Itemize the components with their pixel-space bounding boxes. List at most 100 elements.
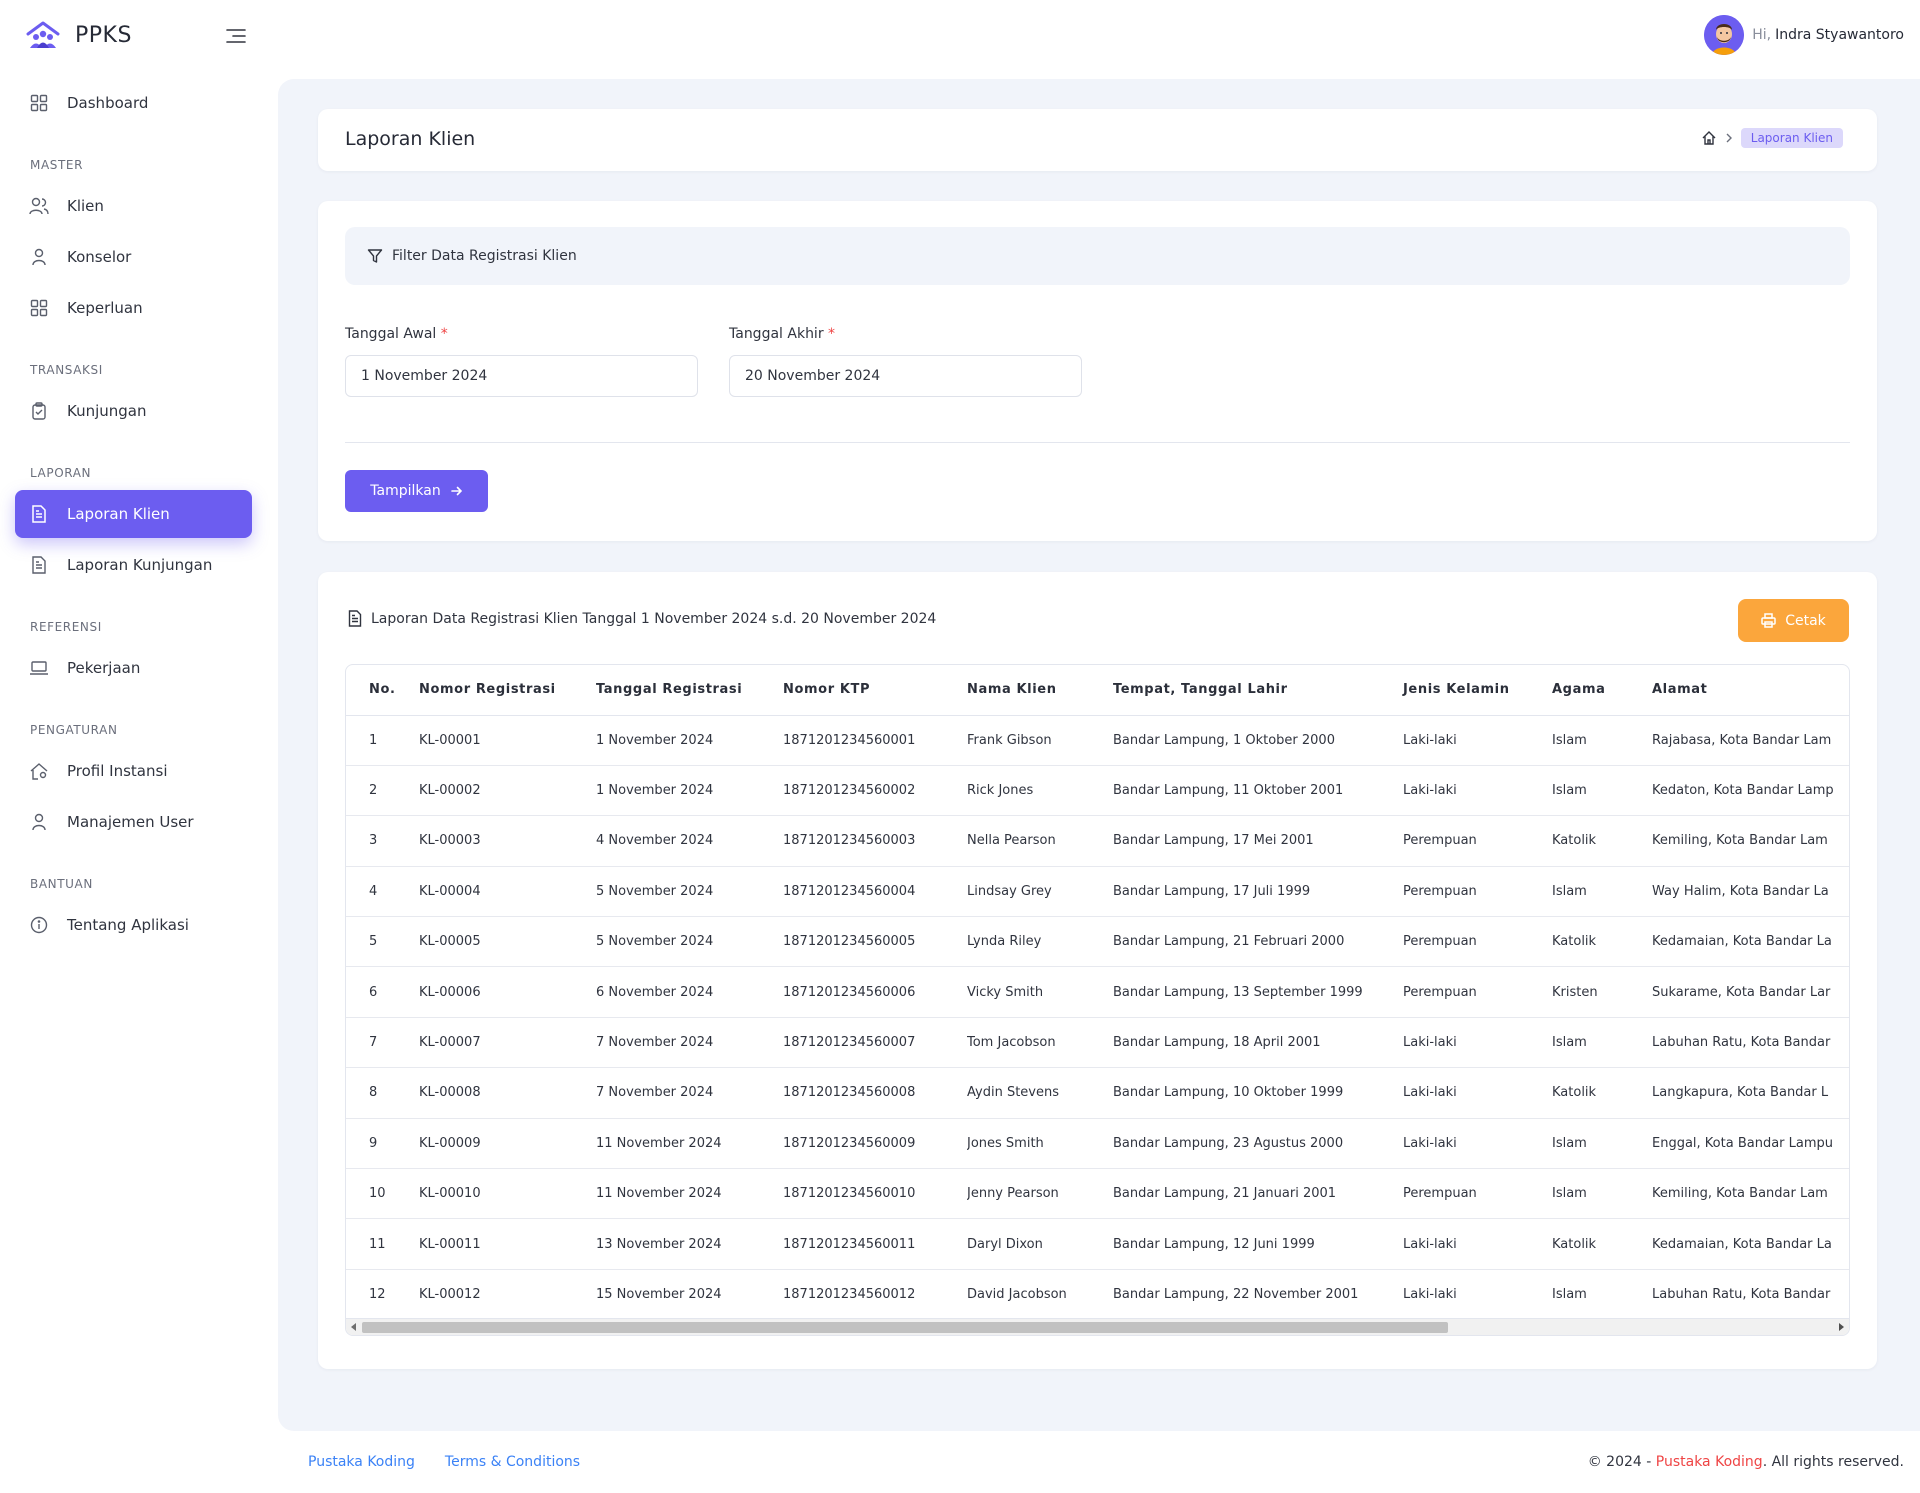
table-cell: 2 xyxy=(346,765,419,817)
table-cell: Bandar Lampung, 18 April 2001 xyxy=(1113,1017,1403,1069)
table-cell: 7 November 2024 xyxy=(596,1017,783,1069)
table-cell: Lynda Riley xyxy=(967,916,1113,968)
table-cell: Laki-laki xyxy=(1403,1017,1552,1069)
brand-logo-icon xyxy=(26,21,60,48)
brand[interactable]: PPKS xyxy=(25,18,132,52)
sidebar-item-tentang-aplikasi[interactable]: Tentang Aplikasi xyxy=(15,901,252,949)
table-cell: 1871201234560008 xyxy=(783,1067,967,1119)
table-cell: 13 November 2024 xyxy=(596,1218,783,1270)
table-cell: Labuhan Ratu, Kota Bandar xyxy=(1652,1017,1849,1069)
document-icon xyxy=(348,610,362,627)
table-cell: 1 November 2024 xyxy=(596,715,783,766)
sidebar-item-laporan-klien[interactable]: Laporan Klien xyxy=(15,490,252,538)
scroll-left-icon[interactable] xyxy=(351,1323,356,1331)
table-cell: KL-00006 xyxy=(419,966,596,1018)
table-cell: Katolik xyxy=(1552,1067,1652,1119)
table-row: 7 KL-00007 7 November 2024 1871201234560007… xyxy=(346,1017,1849,1069)
table-body: 1 KL-00001 1 November 2024 1871201234560001… xyxy=(346,715,1849,1321)
table-cell: KL-00002 xyxy=(419,765,596,817)
table-cell: Bandar Lampung, 21 Januari 2001 xyxy=(1113,1168,1403,1220)
table-cell: Bandar Lampung, 22 November 2001 xyxy=(1113,1269,1403,1321)
user-icon xyxy=(29,812,49,832)
home-icon[interactable] xyxy=(1701,130,1717,146)
avatar xyxy=(1704,15,1745,55)
table-cell: Islam xyxy=(1552,866,1652,918)
table-cell: 15 November 2024 xyxy=(596,1269,783,1321)
scroll-right-icon[interactable] xyxy=(1839,1323,1844,1331)
copyright-suffix: . All rights reserved. xyxy=(1762,1454,1904,1470)
table-cell: 11 xyxy=(346,1218,419,1270)
user-menu[interactable]: Hi, Indra Styawantoro xyxy=(1704,15,1904,55)
start-date-input[interactable] xyxy=(345,355,698,397)
table-cell: 6 xyxy=(346,966,419,1018)
required-mark: * xyxy=(440,326,448,342)
table-cell: Bandar Lampung, 21 Februari 2000 xyxy=(1113,916,1403,968)
table-cell: Tom Jacobson xyxy=(967,1017,1113,1069)
table-cell: Laki-laki xyxy=(1403,1067,1552,1119)
section-header-master: MASTER xyxy=(30,158,84,172)
table-cell: Bandar Lampung, 17 Mei 2001 xyxy=(1113,815,1403,867)
sidebar-item-label: Kunjungan xyxy=(67,402,147,420)
table-cell: Bandar Lampung, 23 Agustus 2000 xyxy=(1113,1118,1403,1170)
table-cell: KL-00010 xyxy=(419,1168,596,1220)
clipboard-check-icon xyxy=(29,401,49,421)
table-cell: 5 xyxy=(346,916,419,968)
document-icon xyxy=(29,504,49,524)
column-header: Tanggal Registrasi xyxy=(596,665,783,716)
report-table: No. Nomor Registrasi Tanggal Registrasi … xyxy=(346,665,1849,1321)
table-cell: Bandar Lampung, 13 September 1999 xyxy=(1113,966,1403,1018)
table-cell: KL-00011 xyxy=(419,1218,596,1270)
sidebar-item-laporan-kunjungan[interactable]: Laporan Kunjungan xyxy=(15,541,252,589)
sidebar-item-dashboard[interactable]: Dashboard xyxy=(15,79,252,127)
section-header-laporan: LAPORAN xyxy=(30,466,92,480)
section-header-transaksi: TRANSAKSI xyxy=(30,363,103,377)
table-cell: 1871201234560006 xyxy=(783,966,967,1018)
end-date-input[interactable] xyxy=(729,355,1082,397)
scrollbar-thumb[interactable] xyxy=(362,1322,1448,1333)
table-cell: Langkapura, Kota Bandar L xyxy=(1652,1067,1849,1119)
column-header: Nama Klien xyxy=(967,665,1113,716)
table-cell: KL-00008 xyxy=(419,1067,596,1119)
copyright-prefix: © 2024 - xyxy=(1587,1454,1656,1470)
show-button[interactable]: Tampilkan xyxy=(345,470,488,512)
table-cell: Aydin Stevens xyxy=(967,1067,1113,1119)
info-icon xyxy=(29,915,49,935)
print-button[interactable]: Cetak xyxy=(1738,599,1849,642)
sidebar-item-keperluan[interactable]: Keperluan xyxy=(15,284,252,332)
sidebar-item-label: Laporan Kunjungan xyxy=(67,556,213,574)
table-cell: Bandar Lampung, 10 Oktober 1999 xyxy=(1113,1067,1403,1119)
table-cell: Islam xyxy=(1552,765,1652,817)
column-header: Alamat xyxy=(1652,665,1849,716)
grid-icon xyxy=(29,298,49,318)
filter-icon xyxy=(367,248,383,264)
report-title-text: Laporan Data Registrasi Klien Tanggal 1 … xyxy=(371,610,937,627)
table-row: 5 KL-00005 5 November 2024 1871201234560005… xyxy=(346,916,1849,968)
sidebar-item-label: Pekerjaan xyxy=(67,659,141,677)
sidebar-item-profil-instansi[interactable]: Profil Instansi xyxy=(15,747,252,795)
sidebar-item-klien[interactable]: Klien xyxy=(15,182,252,230)
start-date-label: Tanggal Awal * xyxy=(345,326,448,342)
footer-link-pustaka-koding[interactable]: Pustaka Koding xyxy=(308,1454,415,1470)
table-cell: Islam xyxy=(1552,715,1652,766)
table-cell: Kristen xyxy=(1552,966,1652,1018)
table-cell: Sukarame, Kota Bandar Lar xyxy=(1652,966,1849,1018)
horizontal-scrollbar[interactable] xyxy=(346,1318,1849,1335)
table-cell: 4 November 2024 xyxy=(596,815,783,867)
sidebar-item-pekerjaan[interactable]: Pekerjaan xyxy=(15,644,252,692)
table-cell: Enggal, Kota Bandar Lampu xyxy=(1652,1118,1849,1170)
copyright-brand-link[interactable]: Pustaka Koding xyxy=(1656,1454,1763,1470)
table-cell: Islam xyxy=(1552,1168,1652,1220)
sidebar-item-label: Profil Instansi xyxy=(67,762,168,780)
footer-link-terms[interactable]: Terms & Conditions xyxy=(445,1454,580,1470)
sidebar-item-manajemen-user[interactable]: Manajemen User xyxy=(15,798,252,846)
sidebar-item-konselor[interactable]: Konselor xyxy=(15,233,252,281)
table-cell: Jenny Pearson xyxy=(967,1168,1113,1220)
users-icon xyxy=(29,196,49,216)
table-cell: KL-00004 xyxy=(419,866,596,918)
column-header: No. xyxy=(346,665,419,716)
table-cell: 7 xyxy=(346,1017,419,1069)
sidebar-item-kunjungan[interactable]: Kunjungan xyxy=(15,387,252,435)
filter-card: Filter Data Registrasi Klien Tanggal Awa… xyxy=(318,201,1877,541)
menu-toggle-icon[interactable] xyxy=(225,25,247,47)
chevron-right-icon xyxy=(1725,133,1733,143)
